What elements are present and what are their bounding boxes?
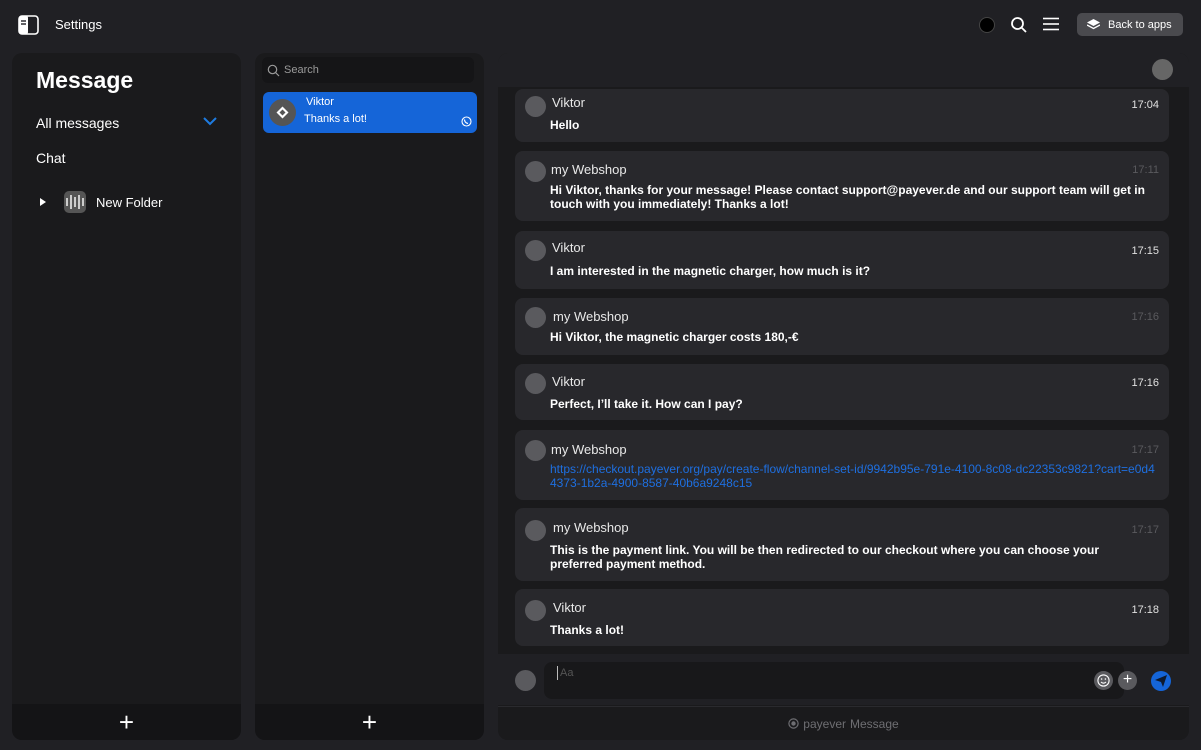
back-to-apps-button[interactable]: Back to apps	[1077, 13, 1183, 36]
message-time: 17:17	[1131, 444, 1159, 456]
text-caret	[557, 666, 558, 680]
chat-panel: Viktor 17:04 Hello my Webshop 17:11 Hi V…	[498, 53, 1189, 740]
emoji-button[interactable]	[1094, 671, 1113, 690]
conversation-list: Search Viktor Thanks a lot! +	[255, 53, 484, 740]
folder-audio-icon	[64, 191, 86, 213]
message-avatar	[525, 161, 546, 182]
message-bubble: my Webshop 17:17 This is the payment lin…	[515, 508, 1169, 581]
triangle-right-icon[interactable]	[40, 198, 46, 206]
layers-icon	[1087, 18, 1100, 29]
search-icon	[267, 64, 280, 76]
sidebar-toggle-icon[interactable]	[18, 15, 39, 35]
message-time: 17:17	[1131, 524, 1159, 536]
message-bubble: Viktor 17:04 Hello	[515, 89, 1169, 142]
brand-label: payever	[803, 716, 846, 731]
app-title: Settings	[55, 17, 102, 32]
message-time: 17:16	[1131, 311, 1159, 323]
composer-bar: Aa +	[498, 654, 1189, 705]
message-bubble: Viktor 17:16 Perfect, I’ll take it. How …	[515, 364, 1169, 420]
message-sender: Viktor	[552, 374, 585, 389]
chevron-down-icon[interactable]	[202, 115, 218, 127]
message-bubble: Viktor 17:15 I am interested in the magn…	[515, 231, 1169, 289]
message-avatar	[525, 240, 546, 261]
message-text: Thanks a lot!	[550, 623, 625, 637]
attach-button[interactable]: +	[1118, 671, 1137, 690]
message-text: Hello	[550, 118, 580, 132]
message-avatar	[525, 373, 546, 394]
conversation-item[interactable]: Viktor Thanks a lot!	[263, 92, 477, 133]
message-time: 17:04	[1131, 99, 1159, 111]
message-avatar	[525, 440, 546, 461]
checkout-link[interactable]: https://checkout.payever.org/pay/create-…	[550, 462, 1160, 490]
add-conversation-button[interactable]: +	[362, 709, 377, 735]
message-time: 17:11	[1132, 164, 1159, 176]
search-input[interactable]: Search	[262, 57, 474, 83]
folder-item[interactable]: New Folder	[40, 191, 162, 213]
message-avatar	[525, 600, 546, 621]
message-sender: my Webshop	[551, 162, 627, 177]
message-input-placeholder: Aa	[560, 667, 574, 679]
message-bubble: my Webshop 17:11 Hi Viktor, thanks for y…	[515, 151, 1169, 221]
message-avatar	[525, 307, 546, 328]
emoji-icon	[1097, 674, 1110, 687]
add-folder-button[interactable]: +	[119, 709, 134, 735]
contact-avatar	[269, 99, 296, 126]
message-sender: my Webshop	[553, 309, 629, 324]
message-text: Perfect, I’ll take it. How can I pay?	[550, 397, 743, 411]
message-text: I am interested in the magnetic charger,…	[550, 264, 871, 278]
nav-chat[interactable]: Chat	[36, 150, 66, 166]
chat-header	[498, 53, 1189, 87]
message-sender: Viktor	[552, 240, 585, 255]
message-time: 17:16	[1131, 377, 1159, 389]
message-sender: Viktor	[553, 600, 586, 615]
brand-footer: payever Message	[498, 706, 1189, 740]
composer-avatar	[515, 670, 536, 691]
user-avatar[interactable]	[979, 17, 995, 33]
send-icon	[1155, 675, 1167, 687]
folder-label: New Folder	[96, 194, 163, 210]
message-bubble: Viktor 17:18 Thanks a lot!	[515, 589, 1169, 646]
back-to-apps-label: Back to apps	[1108, 18, 1172, 31]
whatsapp-icon	[461, 116, 472, 127]
brand-app-label: Message	[850, 716, 899, 731]
message-text: Hi Viktor, the magnetic charger costs 18…	[550, 330, 799, 344]
menu-icon[interactable]	[1043, 17, 1059, 31]
message-time: 17:18	[1131, 604, 1159, 616]
message-sender: Viktor	[552, 95, 585, 110]
message-text: This is the payment link. You will be th…	[550, 543, 1100, 571]
send-button[interactable]	[1151, 671, 1171, 691]
message-input[interactable]: Aa	[544, 662, 1124, 699]
chat-header-avatar[interactable]	[1152, 59, 1173, 80]
top-bar: Settings Back to apps	[0, 0, 1201, 48]
message-bubble: my Webshop 17:17 https://checkout.payeve…	[515, 430, 1169, 500]
sidebar-title: Message	[36, 67, 134, 93]
message-bubble: my Webshop 17:16 Hi Viktor, the magnetic…	[515, 298, 1169, 355]
message-sender: my Webshop	[553, 520, 629, 535]
payever-logo-icon	[788, 718, 799, 729]
conversation-footer: +	[255, 704, 484, 740]
message-avatar	[525, 96, 546, 117]
message-sender: my Webshop	[551, 442, 627, 457]
message-text: Hi Viktor, thanks for your message! Plea…	[550, 183, 1145, 211]
message-sidebar: Message All messages Chat New Folder +	[12, 53, 241, 740]
search-icon[interactable]	[1010, 16, 1028, 34]
message-time: 17:15	[1131, 245, 1159, 257]
search-placeholder: Search	[284, 64, 319, 76]
message-avatar	[525, 520, 546, 541]
contact-last-message: Thanks a lot!	[304, 113, 367, 125]
contact-name: Viktor	[306, 96, 334, 108]
diamond-icon	[276, 106, 289, 119]
sidebar-footer: +	[12, 704, 241, 740]
nav-all-messages[interactable]: All messages	[36, 115, 119, 131]
